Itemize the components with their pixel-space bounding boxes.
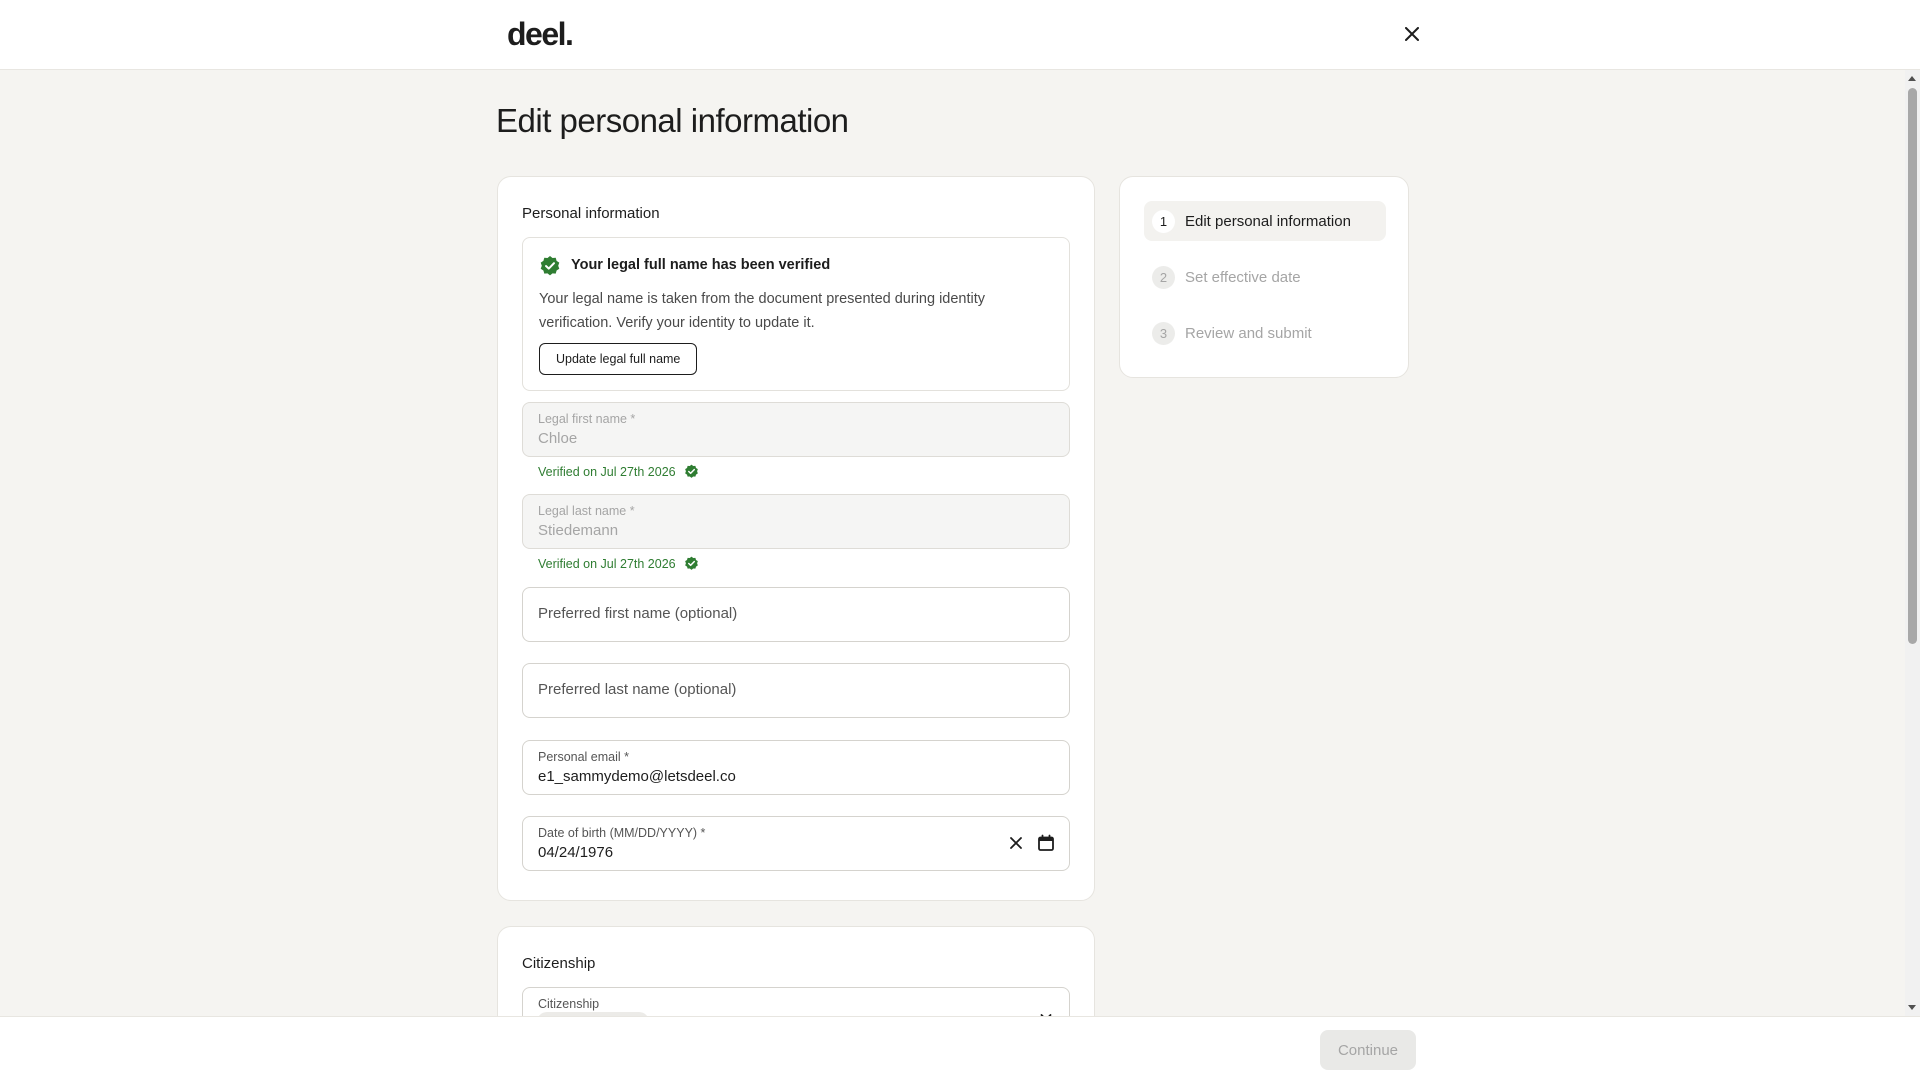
close-icon [1405, 27, 1419, 41]
scrollbar-thumb[interactable] [1908, 88, 1917, 644]
step-label: Set effective date [1185, 268, 1301, 286]
date-of-birth-input[interactable] [538, 844, 958, 861]
personal-email-input[interactable] [538, 768, 998, 785]
legal-name-verified-notice: Your legal full name has been verified Y… [522, 237, 1070, 391]
continue-button[interactable]: Continue [1320, 1030, 1416, 1070]
progress-steps-card: 1 Edit personal information 2 Set effect… [1119, 176, 1409, 378]
footer-bar: Continue [0, 1016, 1920, 1080]
section-title-personal-information: Personal information [522, 205, 660, 222]
step-label: Edit personal information [1185, 212, 1351, 230]
step-number: 1 [1152, 209, 1175, 233]
update-legal-full-name-button[interactable]: Update legal full name [539, 343, 698, 375]
calendar-icon[interactable] [1037, 834, 1055, 852]
clear-x-icon[interactable] [1009, 836, 1023, 850]
verified-notice-text: Your legal name is taken from the docume… [539, 291, 986, 331]
legal-last-name-verified: Verified on Jul 27th 2026 [538, 556, 699, 571]
preferred-last-name-placeholder: Preferred last name (optional) [538, 681, 737, 698]
deel-logo[interactable]: deel. [507, 16, 574, 53]
verified-notice-title: Your legal full name has been verified [571, 257, 831, 273]
personal-information-card: Personal information Your legal full nam… [497, 176, 1095, 901]
verified-check-icon [540, 256, 560, 276]
legal-last-name-value: Stiedemann [538, 522, 619, 539]
legal-first-name-field: Legal first name * Chloe [522, 402, 1070, 457]
date-of-birth-label: Date of birth (MM/DD/YYYY) * [538, 826, 706, 840]
date-of-birth-actions [1009, 834, 1055, 852]
legal-last-name-field: Legal last name * Stiedemann [522, 494, 1070, 549]
preferred-last-name-input[interactable]: Preferred last name (optional) [522, 663, 1070, 718]
preferred-first-name-input[interactable]: Preferred first name (optional) [522, 587, 1070, 642]
close-button[interactable] [1400, 22, 1424, 46]
legal-first-name-label: Legal first name * [538, 412, 636, 426]
top-bar: deel. [0, 0, 1920, 70]
step-review-and-submit: 3 Review and submit [1144, 313, 1386, 353]
step-number: 3 [1152, 321, 1175, 345]
step-set-effective-date: 2 Set effective date [1144, 257, 1386, 297]
scroll-down-arrow[interactable] [1908, 1005, 1916, 1010]
main-scroll-area: Edit personal information Personal infor… [0, 70, 1920, 1016]
legal-first-name-verified-text: Verified on Jul 27th 2026 [538, 464, 676, 479]
personal-email-label: Personal email * [538, 750, 630, 764]
citizenship-label: Citizenship [538, 997, 600, 1011]
personal-email-field[interactable]: Personal email * [522, 740, 1070, 795]
step-edit-personal-information: 1 Edit personal information [1144, 201, 1386, 241]
vertical-scrollbar[interactable] [1905, 70, 1920, 1016]
legal-last-name-label: Legal last name * [538, 504, 635, 518]
date-of-birth-field[interactable]: Date of birth (MM/DD/YYYY) * [522, 816, 1070, 871]
step-number: 2 [1152, 265, 1175, 289]
citizenship-select[interactable]: Citizenship [522, 987, 1070, 1016]
legal-first-name-value: Chloe [538, 430, 578, 447]
verified-check-icon [684, 464, 698, 478]
preferred-first-name-placeholder: Preferred first name (optional) [538, 605, 738, 622]
verified-check-icon [684, 556, 698, 570]
scroll-up-arrow[interactable] [1908, 76, 1916, 81]
citizenship-card: Citizenship Citizenship [497, 926, 1095, 1016]
page-title: Edit personal information [496, 102, 849, 139]
legal-last-name-verified-text: Verified on Jul 27th 2026 [538, 556, 676, 571]
legal-first-name-verified: Verified on Jul 27th 2026 [538, 464, 699, 479]
section-title-citizenship: Citizenship [522, 955, 596, 972]
step-label: Review and submit [1185, 324, 1312, 342]
